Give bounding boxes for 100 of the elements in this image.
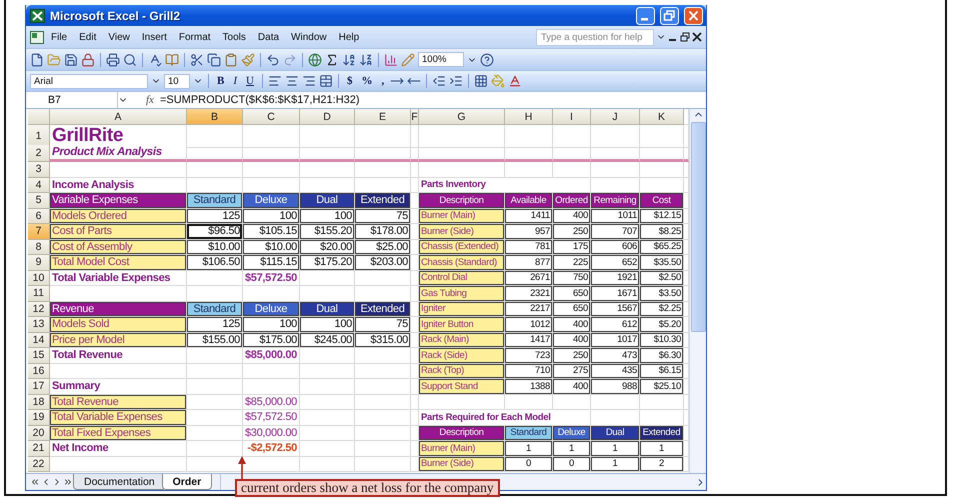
grid-cell[interactable]: -$2,572.50 [243,441,300,456]
align-left-icon[interactable] [268,74,282,88]
row-header[interactable]: 5 [28,193,50,208]
sort-descending-icon[interactable] [359,52,373,66]
grid-cell[interactable]: Parts Required for Each Model [419,410,591,426]
pencil-icon[interactable] [401,52,415,66]
grid-cell[interactable] [300,145,355,162]
zoom-field[interactable]: 100% [418,52,464,67]
menu-item[interactable]: Edit [74,30,102,44]
grid-cell[interactable] [355,348,411,364]
spell-check-icon[interactable] [148,52,162,66]
grid-cell[interactable]: $85,000.00 [243,394,300,410]
first-sheet-icon[interactable] [30,477,40,487]
grid-cell[interactable] [355,270,411,286]
fill-color-icon[interactable] [491,74,506,88]
paintbrush-icon[interactable] [241,52,255,66]
grid-cell[interactable]: Total Variable Expenses [50,270,187,286]
row-header[interactable]: 18 [28,394,50,410]
column-header[interactable]: F [411,109,419,125]
row-header[interactable]: 17 [28,379,50,394]
grid-cell[interactable] [355,394,411,410]
format-button[interactable]: B [214,73,228,89]
grid-cell[interactable] [243,125,300,148]
grid-cell[interactable] [355,145,411,162]
number-format-button[interactable]: , [378,73,388,89]
column-header[interactable]: B [187,109,243,125]
row-header[interactable]: 3 [28,162,50,178]
row-header[interactable]: 2 [28,145,50,162]
copy-icon[interactable] [207,52,221,66]
grid-cell[interactable] [640,125,684,148]
clipboard-icon[interactable] [224,52,238,66]
column-header[interactable]: K [640,109,684,125]
align-right-icon[interactable] [302,74,316,88]
grid-cell[interactable] [411,125,419,148]
format-button[interactable]: U [243,73,257,89]
number-format-button[interactable]: % [358,73,376,89]
menu-item[interactable]: Insert [136,30,172,44]
grid-cell[interactable] [411,162,419,178]
row-header[interactable]: 14 [28,332,50,348]
minimize-button[interactable] [636,6,655,24]
menu-item[interactable]: Tools [218,30,251,44]
grid-cell[interactable]: Total Revenue [50,348,187,364]
grid-cell[interactable] [300,426,355,441]
book-icon[interactable] [165,52,179,66]
row-header[interactable]: 4 [28,178,50,193]
grid-cell[interactable] [300,270,355,286]
help-search-field[interactable]: Type a question for help [536,28,654,46]
globe-icon[interactable] [308,52,322,66]
sum-icon[interactable] [325,52,339,66]
menu-item[interactable]: Data [252,30,284,44]
row-header[interactable]: 21 [28,441,50,456]
indent-icon[interactable] [449,74,464,88]
grid-cell[interactable] [640,145,684,162]
grid-cell[interactable] [355,125,411,148]
grid-cell[interactable] [50,456,187,472]
column-header[interactable]: E [355,109,411,125]
grid-cell[interactable]: Summary [50,379,187,394]
grid-cell[interactable] [591,125,640,148]
grid-cell[interactable] [553,125,591,148]
grid-cell[interactable] [505,125,553,148]
grid-cell[interactable] [300,364,355,379]
search-icon[interactable] [123,52,137,66]
font-size-field[interactable]: 10 [164,74,190,88]
grid-cell[interactable] [355,364,411,379]
grid-cell[interactable] [411,394,419,410]
grid-cell[interactable] [591,145,640,162]
grid-cell[interactable] [640,394,684,410]
scissors-icon[interactable] [190,52,204,66]
font-color-icon[interactable] [508,74,522,88]
menu-item[interactable]: View [103,30,135,44]
align-center-icon[interactable] [284,74,299,88]
grid-cell[interactable] [187,145,243,162]
grid-cell[interactable] [300,125,355,148]
row-header[interactable]: 20 [28,426,50,441]
grid-cell[interactable] [355,456,411,472]
merge-cells-icon[interactable] [318,74,333,88]
select-all-corner[interactable] [28,109,50,125]
grid-cell[interactable] [187,379,243,394]
lock-icon[interactable] [81,52,95,66]
grid-cell[interactable]: Net Income [50,441,187,456]
grid-cell[interactable] [553,145,591,162]
sheet-tab[interactable]: Documentation [73,474,166,490]
row-header[interactable]: 8 [28,240,50,255]
undo-icon[interactable] [266,52,280,66]
grid-cell[interactable] [243,364,300,379]
help-icon[interactable] [480,52,494,66]
column-header[interactable]: A [50,109,187,125]
scrollbar-thumb[interactable] [690,122,706,332]
menu-item[interactable]: Window [286,30,332,44]
grid-cell[interactable] [300,410,355,426]
grid-cell[interactable]: $57,572.50 [243,270,300,286]
grid-cell[interactable] [355,379,411,394]
column-header[interactable]: D [300,109,355,125]
bar-chart-icon[interactable] [384,52,398,66]
grid-cell[interactable]: $85,000.00 [243,348,300,364]
grid-cell[interactable] [300,441,355,456]
grid-cell[interactable] [300,379,355,394]
grid-cell[interactable]: $57,572.50 [243,410,300,426]
column-header[interactable]: I [553,109,591,125]
outdent-icon[interactable] [432,74,446,88]
